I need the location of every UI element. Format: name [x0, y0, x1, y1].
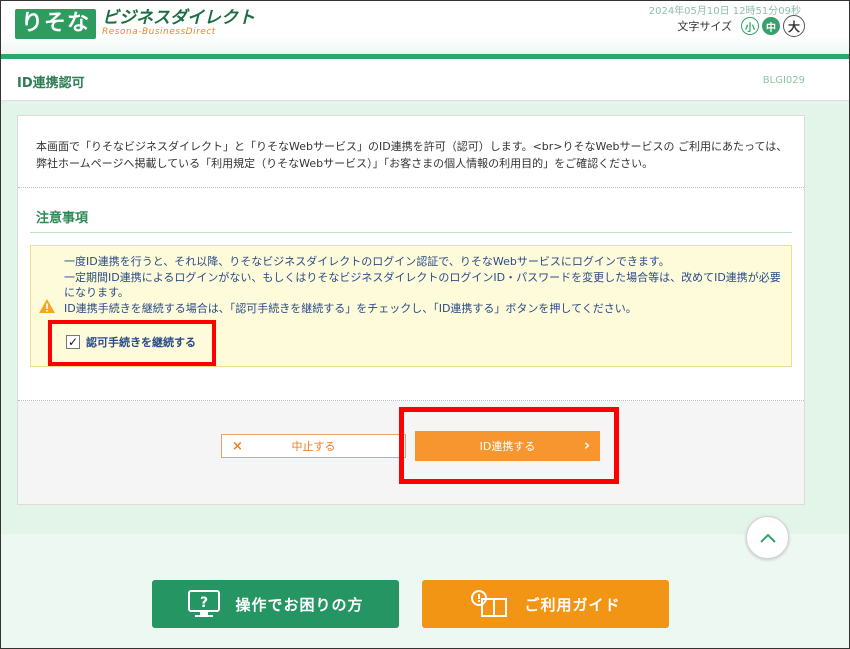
chevron-up-icon — [759, 533, 776, 543]
site-header: りそな ビジネスダイレクト Resona-BusinessDirect 2024… — [1, 1, 849, 59]
user-guide-button-label: ご利用ガイド — [524, 595, 621, 614]
title-bar: ID連携認可 BLGI029 — [1, 59, 849, 101]
logo-brand: ビジネスダイレクト — [102, 8, 256, 28]
font-size-small-button[interactable]: 小 — [741, 17, 759, 35]
button-highlight-box — [399, 407, 619, 484]
logo-subtitle: Resona-BusinessDirect — [102, 27, 216, 37]
font-size-medium-button[interactable]: 中 — [762, 17, 780, 35]
scroll-to-top-button[interactable] — [746, 516, 789, 559]
section-underline — [30, 232, 792, 233]
book-icon — [471, 590, 508, 617]
notice-line: 一度ID連携を行うと、それ以降、りそなビジネスダイレクトのログイン認証で、りそな… — [64, 255, 670, 268]
logo-mark: りそな — [15, 9, 97, 39]
help-button-label: 操作でお困りの方 — [235, 595, 364, 614]
help-button[interactable]: ? 操作でお困りの方 — [152, 580, 399, 628]
monitor-question-icon: ? — [188, 590, 221, 617]
checkbox-highlight-box — [48, 320, 216, 366]
svg-text:?: ? — [200, 595, 208, 611]
notice-text: 一度ID連携を行うと、それ以降、りそなビジネスダイレクトのログイン認証で、りそな… — [64, 254, 784, 316]
cancel-button[interactable]: × 中止する — [221, 434, 406, 458]
screen-id: BLGI029 — [762, 75, 805, 86]
page-title: ID連携認可 — [17, 76, 85, 91]
logo[interactable]: りそな ビジネスダイレクト Resona-BusinessDirect — [15, 9, 255, 39]
user-guide-button[interactable]: ご利用ガイド — [422, 580, 669, 628]
notice-line: 一定期間ID連携によるログインがない、もしくはりそなビジネスダイレクトのログイン… — [64, 270, 781, 300]
font-size-label: 文字サイズ — [677, 20, 732, 33]
warning-icon — [39, 299, 55, 313]
font-size-selector: 文字サイズ 小 中 大 — [677, 15, 805, 37]
notice-title: 注意事項 — [36, 211, 89, 226]
cancel-button-label: 中止する — [291, 440, 336, 453]
notice-line: ID連携手続きを継続する場合は、「認可手続きを継続する」をチェックし、「ID連携… — [64, 301, 637, 315]
divider — [18, 187, 804, 188]
intro-text: 本画面で「りそなビジネスダイレクト」と「りそなWebサービス」のID連携を許可（… — [36, 140, 788, 170]
font-size-large-button[interactable]: 大 — [783, 15, 805, 37]
